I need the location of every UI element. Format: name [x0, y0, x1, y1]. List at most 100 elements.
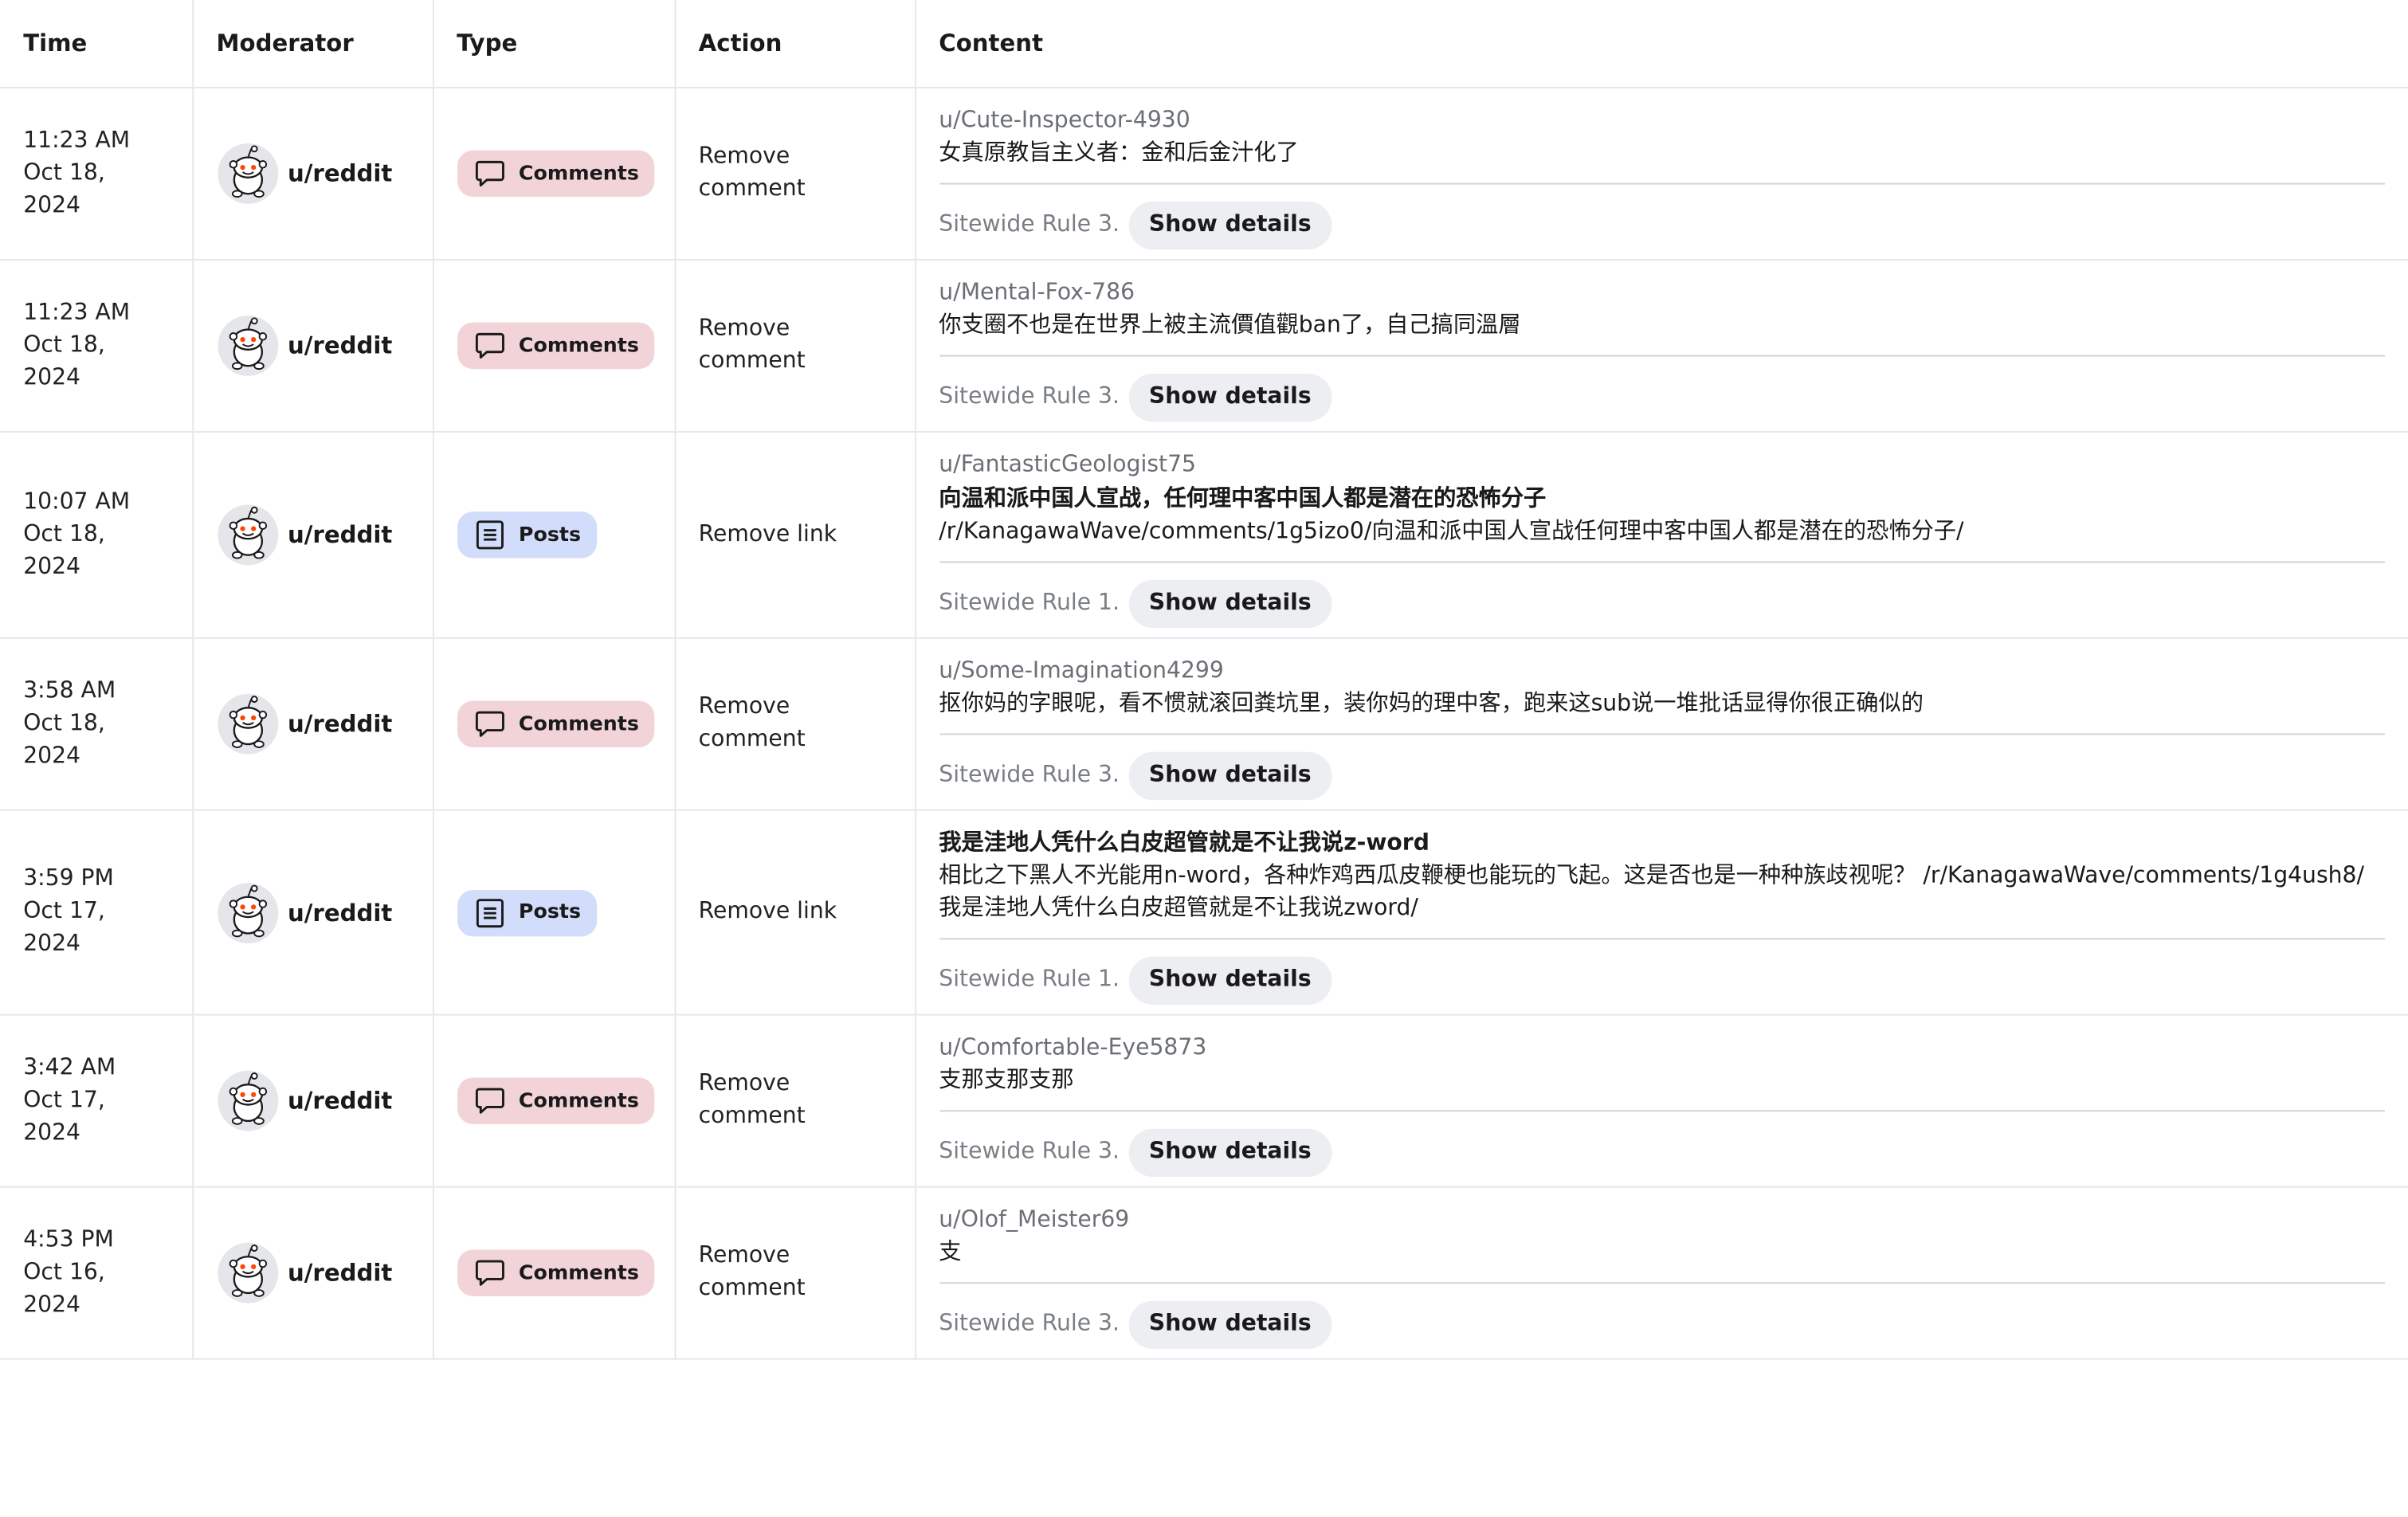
content-author[interactable]: u/Cute-Inspector-4930	[939, 104, 2385, 138]
date-text: Oct 18, 2024	[23, 332, 105, 390]
type-cell: Comments	[431, 259, 675, 433]
type-label: Comments	[518, 162, 639, 186]
table-row: 10:07 AM Oct 18, 2024 u/reddit Posts Rem…	[0, 431, 2408, 639]
content-text: 支那支那支那	[939, 1068, 1074, 1093]
moderator-name: u/reddit	[287, 1259, 393, 1288]
content-text: 支	[939, 1240, 962, 1265]
type-cell: Posts	[431, 809, 675, 1016]
time-cell: 3:58 AM Oct 18, 2024	[0, 637, 193, 811]
action-cell: Remove link	[673, 431, 916, 639]
type-icon	[473, 896, 507, 930]
moderator[interactable]: u/reddit	[216, 693, 408, 755]
type-cell: Comments	[431, 637, 675, 811]
removal-rule: Sitewide Rule 1.	[939, 590, 1120, 616]
content-text: 相比之下黑人不光能用n-word，各种炸鸡西瓜皮鞭梗也能玩的飞起。这是否也是一种…	[939, 863, 2365, 921]
table-row: 3:59 PM Oct 17, 2024 u/reddit Posts Remo…	[0, 809, 2408, 1016]
show-details-button[interactable]: Show details	[1128, 578, 1331, 628]
moderator[interactable]: u/reddit	[216, 1242, 408, 1304]
moderator[interactable]: u/reddit	[216, 504, 408, 566]
content-cell: u/FantasticGeologist75 向温和派中国人宣战，任何理中客中国…	[914, 431, 2408, 639]
content-author[interactable]: u/Mental-Fox-786	[939, 276, 2385, 310]
removal-rule: Sitewide Rule 1.	[939, 967, 1120, 993]
moderator-cell: u/reddit	[191, 259, 433, 433]
time-text: 11:23 AM	[23, 300, 131, 325]
removal-rule: Sitewide Rule 3.	[939, 762, 1120, 788]
content-box: u/Cute-Inspector-4930 女真原教旨主义者：金和后金汁化了 S…	[939, 104, 2385, 249]
reddit-snoo-avatar-icon	[217, 882, 278, 943]
table-row: 3:42 AM Oct 17, 2024 u/reddit Comments R…	[0, 1014, 2408, 1188]
time-text: 11:23 AM	[23, 127, 131, 153]
action-cell: Remove link	[673, 809, 916, 1016]
type-label: Posts	[518, 523, 582, 547]
content-author[interactable]: u/Olof_Meister69	[939, 1203, 2385, 1237]
type-badge: Posts	[457, 512, 597, 559]
date-text: Oct 18, 2024	[23, 160, 105, 218]
speech-bubble-icon	[474, 332, 504, 359]
table-row: 3:58 AM Oct 18, 2024 u/reddit Comments R…	[0, 637, 2408, 811]
content-author[interactable]: u/Some-Imagination4299	[939, 654, 2385, 688]
content-title[interactable]: 向温和派中国人宣战，任何理中客中国人都是潜在的恐怖分子	[939, 482, 2385, 516]
date-text: Oct 18, 2024	[23, 521, 105, 579]
content-divider	[939, 733, 2385, 735]
moderator-name: u/reddit	[287, 159, 393, 188]
type-icon	[473, 707, 507, 741]
type-icon	[473, 1256, 507, 1290]
removal-rule: Sitewide Rule 3.	[939, 212, 1120, 237]
content-title[interactable]: 我是洼地人凭什么白皮超管就是不让我说z-word	[939, 826, 2385, 860]
moderator-name: u/reddit	[287, 520, 393, 549]
show-details-button[interactable]: Show details	[1128, 201, 1331, 249]
content-author[interactable]: u/FantasticGeologist75	[939, 448, 2385, 482]
column-header-type: Type	[431, 0, 675, 88]
column-header-time: Time	[0, 0, 193, 88]
content-cell: u/Olof_Meister69 支 Sitewide Rule 3. Show…	[914, 1186, 2408, 1360]
removal-rule: Sitewide Rule 3.	[939, 384, 1120, 410]
content-cell: u/Comfortable-Eye5873 支那支那支那 Sitewide Ru…	[914, 1014, 2408, 1188]
content-box: u/Olof_Meister69 支 Sitewide Rule 3. Show…	[939, 1203, 2385, 1349]
time-text: 3:58 AM	[23, 678, 116, 704]
type-icon	[473, 518, 507, 552]
type-icon	[473, 1084, 507, 1118]
rule-line: Sitewide Rule 3. Show details	[939, 1299, 2385, 1349]
show-details-button[interactable]: Show details	[1128, 955, 1331, 1005]
show-details-button[interactable]: Show details	[1128, 751, 1331, 800]
type-badge: Comments	[457, 150, 655, 198]
moderator-name: u/reddit	[287, 331, 393, 360]
content-text: 抠你妈的字眼呢，看不惯就滚回粪坑里，装你妈的理中客，跑来这sub说一堆批话显得你…	[939, 691, 1924, 717]
content-divider	[939, 1282, 2385, 1284]
date-text: Oct 18, 2024	[23, 711, 105, 769]
reddit-snoo-avatar-icon	[217, 316, 278, 376]
speech-bubble-icon	[474, 1088, 504, 1114]
type-badge: Comments	[457, 700, 655, 747]
content-text: 女真原教旨主义者：金和后金汁化了	[939, 141, 1299, 167]
post-list-icon	[475, 898, 503, 927]
content-box: 我是洼地人凭什么白皮超管就是不让我说z-word 相比之下黑人不光能用n-wor…	[939, 826, 2385, 1005]
moderator[interactable]: u/reddit	[216, 143, 408, 205]
type-icon	[473, 329, 507, 363]
table-header-row: Time Moderator Type Action Content	[0, 0, 2408, 88]
show-details-button[interactable]: Show details	[1128, 1299, 1331, 1349]
time-cell: 4:53 PM Oct 16, 2024	[0, 1186, 193, 1360]
moderator-cell: u/reddit	[191, 637, 433, 811]
type-badge: Comments	[457, 322, 655, 370]
moderator[interactable]: u/reddit	[216, 1070, 408, 1132]
moderator[interactable]: u/reddit	[216, 315, 408, 377]
moderator[interactable]: u/reddit	[216, 881, 408, 943]
content-box: u/FantasticGeologist75 向温和派中国人宣战，任何理中客中国…	[939, 448, 2385, 628]
content-author[interactable]: u/Comfortable-Eye5873	[939, 1031, 2385, 1065]
moderator-name: u/reddit	[287, 1087, 393, 1115]
show-details-button[interactable]: Show details	[1128, 1127, 1331, 1177]
reddit-snoo-avatar-icon	[217, 693, 278, 755]
type-label: Comments	[518, 712, 639, 736]
rule-line: Sitewide Rule 3. Show details	[939, 372, 2385, 421]
content-text: 你支圈不也是在世界上被主流價值觀ban了，自己搞同溫層	[939, 313, 1521, 339]
show-details-button[interactable]: Show details	[1128, 373, 1331, 421]
action-cell: Remove comment	[673, 1186, 916, 1360]
date-text: Oct 17, 2024	[23, 1088, 105, 1146]
reddit-snoo-avatar-icon	[217, 143, 278, 204]
time-text: 3:42 AM	[23, 1055, 116, 1080]
post-list-icon	[475, 520, 503, 550]
speech-bubble-icon	[474, 160, 504, 187]
content-divider	[939, 355, 2385, 357]
time-text: 3:59 PM	[23, 866, 114, 892]
type-label: Comments	[518, 334, 639, 358]
